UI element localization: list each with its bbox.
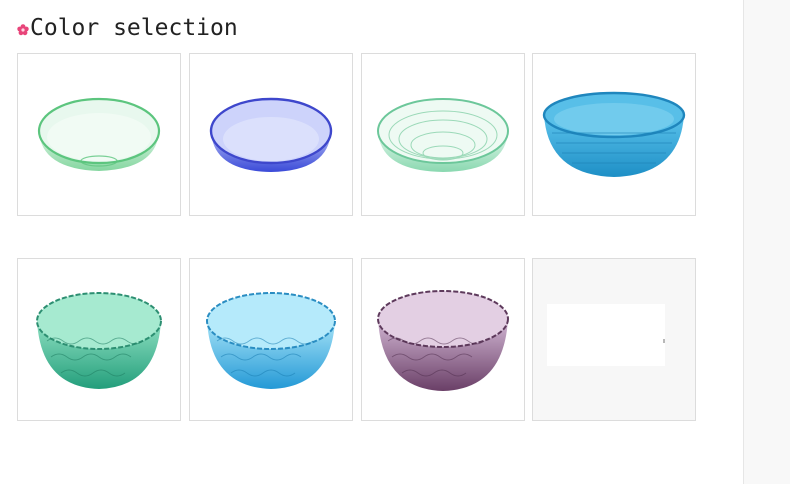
page-title: Color selection bbox=[30, 15, 238, 41]
color-swatch-blue[interactable] bbox=[189, 53, 353, 216]
bowl-aqua-image bbox=[206, 291, 336, 389]
bowl-purple-image bbox=[377, 289, 509, 391]
flower-bullet-icon bbox=[16, 23, 30, 37]
bowl-blue-image bbox=[209, 97, 333, 172]
section-heading: Color selection bbox=[16, 12, 238, 44]
bowl-sky-blue-image bbox=[542, 91, 686, 177]
bowl-green-image bbox=[37, 97, 161, 171]
color-swatch-purple[interactable] bbox=[361, 258, 525, 421]
image-placeholder bbox=[547, 304, 665, 366]
placeholder-mark bbox=[663, 339, 665, 343]
bowl-mint-image bbox=[377, 97, 509, 172]
color-swatch-aqua[interactable] bbox=[189, 258, 353, 421]
bowl-teal-image bbox=[36, 291, 162, 389]
color-swatch-placeholder[interactable] bbox=[532, 258, 696, 421]
color-swatch-green[interactable] bbox=[17, 53, 181, 216]
right-sidebar-gutter bbox=[743, 0, 790, 484]
color-swatch-teal[interactable] bbox=[17, 258, 181, 421]
color-swatch-mint[interactable] bbox=[361, 53, 525, 216]
color-selection-page: Color selection bbox=[0, 0, 790, 484]
color-swatch-sky-blue[interactable] bbox=[532, 53, 696, 216]
